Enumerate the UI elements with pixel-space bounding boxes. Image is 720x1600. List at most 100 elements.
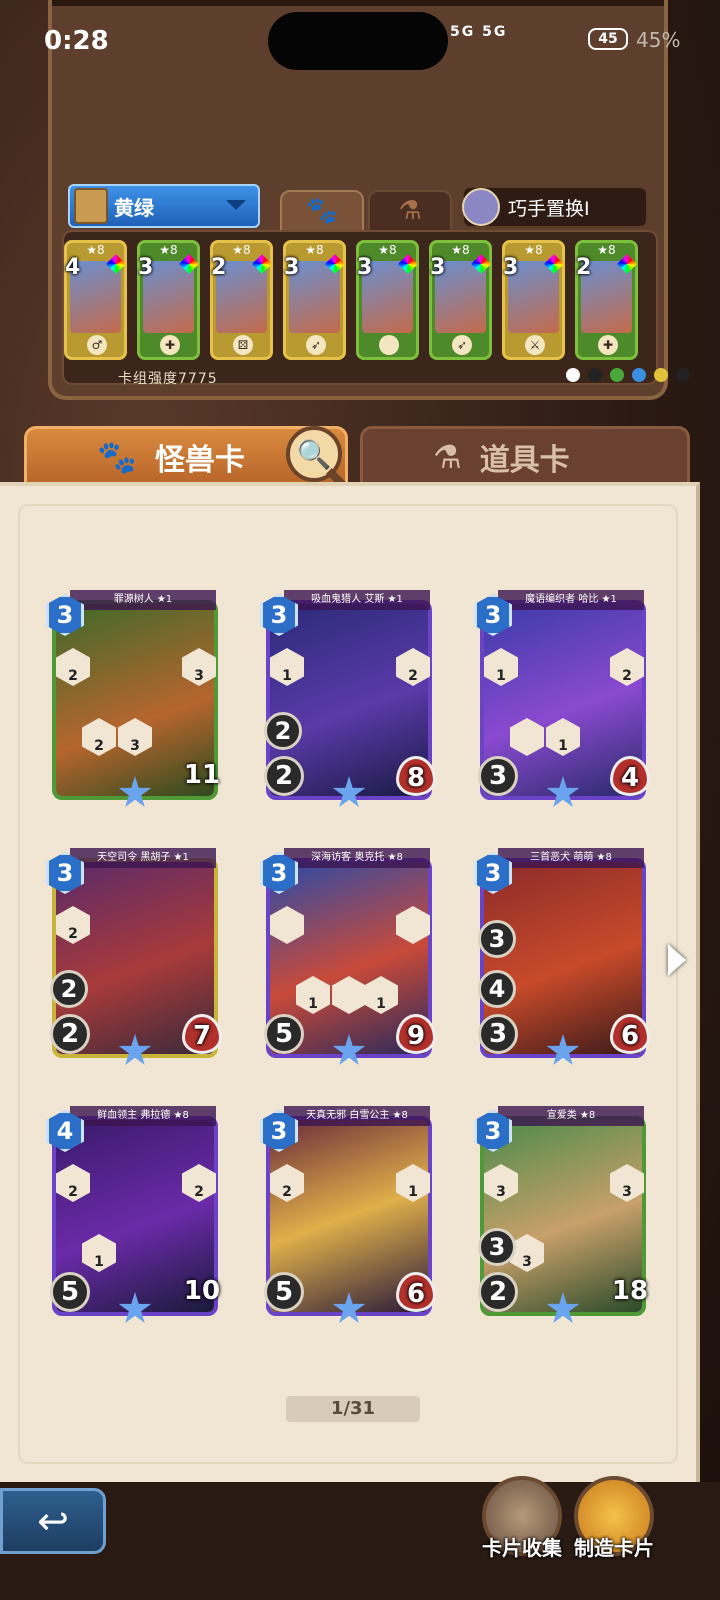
card-health: 9: [396, 1014, 436, 1054]
next-page-arrow[interactable]: [668, 944, 686, 976]
card-collection-label: 卡片收集: [482, 1536, 562, 1560]
deck-card-cost: 2: [211, 255, 227, 280]
paw-icon: 🐾: [97, 438, 137, 476]
deck-card-list: ★8 4 ♂ ★8 3 ✚ ★8 2 ⚄ ★8 3 ➶ ★8 3 ★8 3 ➶ ★8 3 ⚔ ★8 2 ✚: [64, 240, 654, 364]
monster-card[interactable]: 鲜血领主 弗拉德 ★8 4 2 2 1 5 10: [46, 1104, 224, 1326]
deck-card[interactable]: ★8 3 ⚔: [502, 240, 565, 360]
monster-card[interactable]: 三首恶犬 萌萌 ★8 3 4 3 3 6: [474, 846, 652, 1068]
status-time: 0:28: [44, 26, 109, 56]
chevron-down-icon: [226, 200, 246, 210]
card-name: 吸血鬼猎人 艾斯 ★1: [284, 590, 430, 610]
element-icon: [654, 368, 668, 382]
skill-avatar: [462, 188, 500, 226]
deck-book-icon: [74, 188, 108, 224]
deck-card[interactable]: ★8 2 ⚄: [210, 240, 273, 360]
monster-card[interactable]: 魔语编织者 哈比 ★1 3 1 2 1 3 4: [474, 588, 652, 810]
card-grid: 罪源树人 ★1 3 2 3 2 3 11 吸血鬼猎人 艾斯 ★1 3 1 2 2 2 8 魔语编织者 哈比 …: [46, 588, 656, 1326]
card-health: 18: [611, 1276, 649, 1306]
signal-indicator: 5G 5G: [450, 24, 508, 40]
deck-card[interactable]: ★8 3 ➶: [429, 240, 492, 360]
deck-card-role-icon: ➶: [452, 335, 472, 355]
deck-card-role-icon: ➶: [306, 335, 326, 355]
tab-monster-label: 怪兽卡: [154, 443, 245, 478]
deck-tab-item[interactable]: ⚗: [368, 190, 452, 232]
battery-percent: 45%: [636, 28, 681, 52]
battery-icon: 45: [588, 28, 628, 50]
search-icon[interactable]: 🔍: [286, 426, 342, 482]
extra-stat-badge: 4: [478, 970, 516, 1008]
card-health: 11: [183, 760, 221, 790]
deck-card-role-icon: ✚: [598, 335, 618, 355]
paw-icon: 🐾: [305, 196, 339, 226]
tab-item-label: 道具卡: [479, 443, 570, 478]
card-health: 7: [182, 1014, 222, 1054]
card-health: 6: [396, 1272, 436, 1312]
card-attack: 3: [478, 1014, 518, 1054]
deck-card-cost: 3: [138, 255, 154, 280]
deck-name: 黄绿: [114, 195, 154, 220]
monster-card[interactable]: 天空司令 黑胡子 ★1 3 2 2 2 7: [46, 846, 224, 1068]
deck-card[interactable]: ★8 3 ✚: [137, 240, 200, 360]
deck-card-cost: 3: [430, 255, 446, 280]
skill-name: 巧手置换I: [508, 197, 590, 220]
deck-card-role-icon: ⚄: [233, 335, 253, 355]
card-health: 6: [610, 1014, 650, 1054]
tab-item-cards[interactable]: ⚗ 道具卡: [360, 426, 690, 488]
element-icon: [676, 368, 690, 382]
deck-tab-monster[interactable]: 🐾: [280, 190, 364, 232]
card-name: 三首恶犬 萌萌 ★8: [498, 848, 644, 868]
element-icon: [566, 368, 580, 382]
monster-card[interactable]: 罪源树人 ★1 3 2 3 2 3 11: [46, 588, 224, 810]
extra-stat-badge: 3: [478, 920, 516, 958]
page-indicator: 1/31: [286, 1396, 420, 1422]
card-attack: 3: [478, 756, 518, 796]
card-name: 罪源树人 ★1: [70, 590, 216, 610]
monster-card[interactable]: 天真无邪 白雪公主 ★8 3 2 1 5 6: [260, 1104, 438, 1326]
element-icon: [632, 368, 646, 382]
deck-card-role-icon: ♂: [87, 335, 107, 355]
card-health: 10: [183, 1276, 221, 1306]
deck-card-role-icon: [379, 335, 399, 355]
card-attack: 2: [50, 1014, 90, 1054]
potion-icon: ⚗: [398, 196, 422, 226]
potion-icon: ⚗: [433, 438, 462, 476]
deck-selector[interactable]: 黄绿: [68, 184, 260, 228]
back-arrow-icon: ↩: [37, 1499, 69, 1543]
monster-card[interactable]: 吸血鬼猎人 艾斯 ★1 3 1 2 2 2 8: [260, 588, 438, 810]
deck-card-role-icon: ✚: [160, 335, 180, 355]
deck-card[interactable]: ★8 3: [356, 240, 419, 360]
monster-card[interactable]: 宣爱类 ★8 3 3 3 3 3 2 18: [474, 1104, 652, 1326]
card-name: 天真无邪 白雪公主 ★8: [284, 1106, 430, 1126]
deck-card-cost: 3: [503, 255, 519, 280]
deck-card-cost: 4: [65, 255, 81, 280]
deck-card[interactable]: ★8 3 ➶: [283, 240, 346, 360]
skill-selector[interactable]: 巧手置换I: [462, 186, 648, 228]
back-button[interactable]: ↩: [0, 1488, 106, 1554]
card-name: 宣爱类 ★8: [498, 1106, 644, 1126]
deck-card-cost: 3: [357, 255, 373, 280]
card-name: 深海访客 奥克托 ★8: [284, 848, 430, 868]
extra-stat-badge: 2: [50, 970, 88, 1008]
element-icon: [610, 368, 624, 382]
element-indicators: [566, 368, 690, 382]
deck-card-cost: 3: [284, 255, 300, 280]
camera-notch: [268, 12, 448, 70]
monster-card[interactable]: 深海访客 奥克托 ★8 3 1 1 5 9: [260, 846, 438, 1068]
card-name: 天空司令 黑胡子 ★1: [70, 848, 216, 868]
card-attack: 5: [264, 1272, 304, 1312]
card-health: 4: [610, 756, 650, 796]
craft-card-label: 制造卡片: [574, 1536, 654, 1560]
deck-card-cost: 2: [576, 255, 592, 280]
deck-card-role-icon: ⚔: [525, 335, 545, 355]
card-attack: 5: [264, 1014, 304, 1054]
deck-card[interactable]: ★8 4 ♂: [64, 240, 127, 360]
status-bar: 0:28 5G 5G 45 45%: [0, 0, 720, 80]
extra-stat-badge: 2: [264, 712, 302, 750]
element-icon: [588, 368, 602, 382]
deck-card[interactable]: ★8 2 ✚: [575, 240, 638, 360]
card-name: 鲜血领主 弗拉德 ★8: [70, 1106, 216, 1126]
deck-power: 卡组强度7775: [118, 371, 218, 387]
card-attack: 2: [478, 1272, 518, 1312]
card-health: 8: [396, 756, 436, 796]
card-name: 魔语编织者 哈比 ★1: [498, 590, 644, 610]
